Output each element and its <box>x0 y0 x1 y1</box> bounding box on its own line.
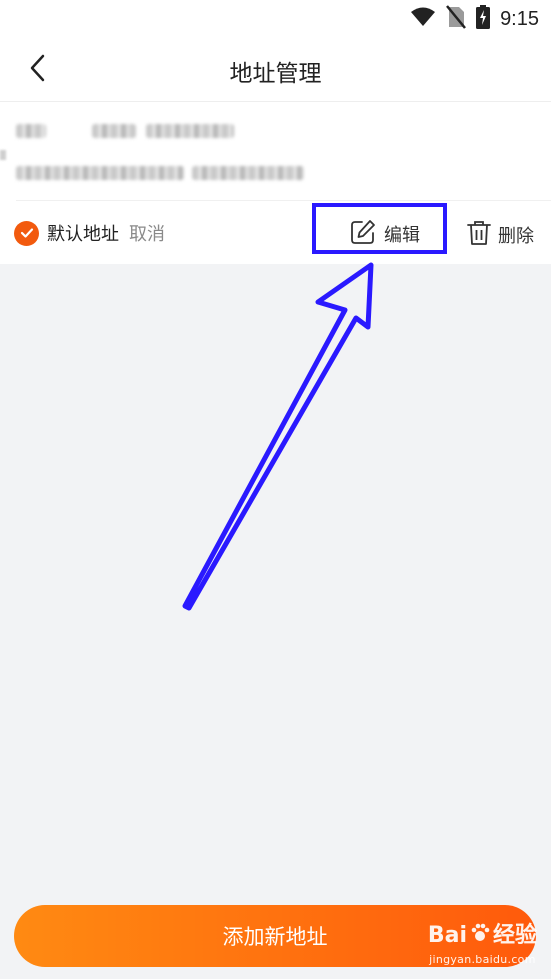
blurred-text <box>0 150 6 160</box>
default-address-toggle[interactable]: 默认地址 取消 <box>14 220 165 246</box>
cancel-default-button[interactable]: 取消 <box>129 220 165 246</box>
page-title: 地址管理 <box>229 61 322 87</box>
delete-button[interactable]: 删除 <box>466 219 534 251</box>
status-icons: 9:15 <box>410 5 539 33</box>
trash-icon <box>466 219 492 251</box>
baidu-jingyan-watermark: Bai 经验 jingyan.baidu.com <box>428 922 537 965</box>
add-new-address-label: 添加新地址 <box>222 925 328 949</box>
battery-charging-icon <box>476 5 491 33</box>
address-contact-line <box>16 118 234 144</box>
divider <box>16 200 551 201</box>
address-actions: 默认地址 取消 编辑 删除 <box>0 210 551 256</box>
no-sim-icon <box>446 5 467 33</box>
address-card[interactable]: 默认地址 取消 编辑 删除 <box>0 102 551 264</box>
blurred-phone <box>146 124 234 138</box>
address-detail-line <box>16 160 304 186</box>
delete-label: 删除 <box>498 226 534 247</box>
edit-label: 编辑 <box>384 225 420 246</box>
edit-icon <box>350 219 376 249</box>
header: 地址管理 <box>0 38 551 102</box>
check-icon[interactable] <box>14 220 39 246</box>
status-time: 9:15 <box>500 7 539 30</box>
watermark-site: jingyan.baidu.com <box>429 953 536 966</box>
edit-button[interactable]: 编辑 <box>350 219 420 249</box>
arrow-body <box>182 262 374 611</box>
status-bar: 9:15 <box>0 0 551 38</box>
wifi-icon <box>410 7 436 31</box>
watermark-brand: Bai 经验 <box>427 922 537 949</box>
blurred-text <box>192 166 304 180</box>
default-address-label: 默认地址 <box>47 224 119 245</box>
paw-icon <box>469 922 491 949</box>
blurred-text <box>92 124 136 138</box>
blurred-name <box>16 124 46 138</box>
blurred-address <box>16 166 184 180</box>
